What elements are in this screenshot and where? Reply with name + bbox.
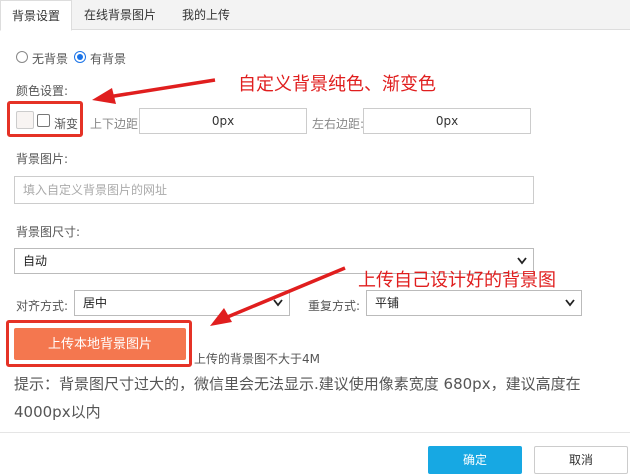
- annotation-color-text: 自定义背景纯色、渐变色: [238, 74, 436, 95]
- annotation-upload-text: 上传自己设计好的背景图: [358, 270, 556, 291]
- arrow-color-icon: [92, 78, 216, 104]
- arrow-upload-icon: [210, 266, 346, 326]
- cancel-button[interactable]: 取消: [534, 446, 628, 474]
- ok-button[interactable]: 确定: [428, 446, 522, 474]
